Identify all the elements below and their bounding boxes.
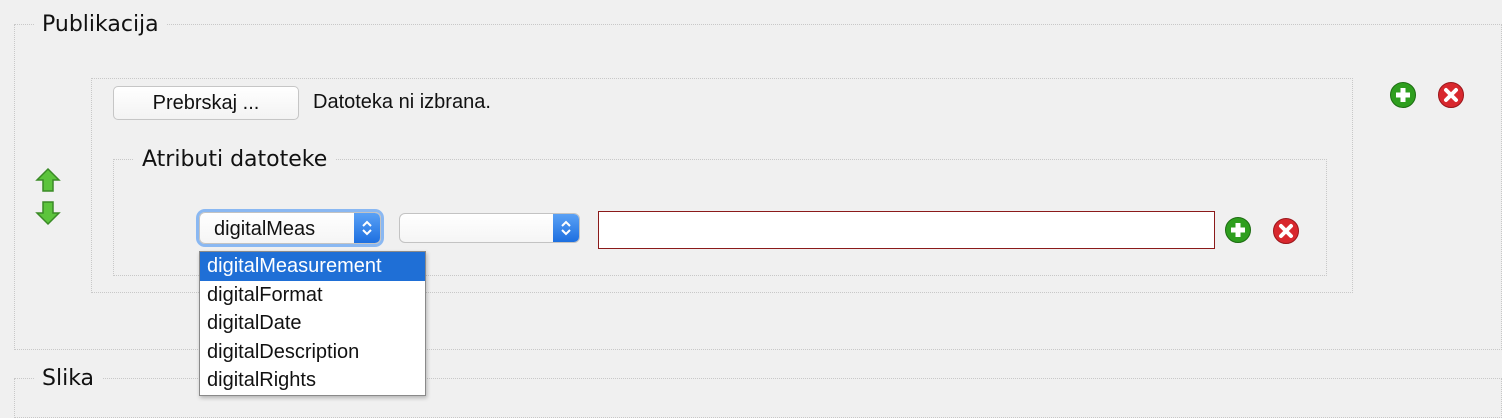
dropdown-option[interactable]: digitalDescription [200,338,425,367]
attribute-select[interactable]: digitalMeas [199,212,381,244]
remove-icon[interactable] [1437,81,1465,109]
dropdown-option[interactable]: digitalRights [200,366,425,395]
arrow-up-icon[interactable] [35,167,61,193]
dropdown-option[interactable]: digitalFormat [200,281,425,310]
publikacija-title: Publikacija [34,11,167,39]
chevron-updown-icon [354,213,380,243]
chevron-updown-icon [553,214,579,242]
dropdown-option[interactable]: digitalMeasurement [200,252,425,281]
arrow-down-icon[interactable] [35,200,61,226]
attribute-dropdown-list: digitalMeasurement digitalFormat digital… [199,251,426,396]
attribute-value-input[interactable] [598,211,1215,249]
remove-icon[interactable] [1272,217,1300,245]
attributes-title: Atributi datoteke [134,146,336,174]
add-icon[interactable] [1224,216,1252,244]
attribute-select-value: digitalMeas [214,218,316,240]
dropdown-option[interactable]: digitalDate [200,309,425,338]
file-status-text: Datoteka ni izbrana. [313,91,491,113]
browse-button[interactable]: Prebrskaj ... [113,86,299,120]
slika-title: Slika [34,365,103,393]
add-icon[interactable] [1389,81,1417,109]
qualifier-select[interactable] [399,213,580,243]
